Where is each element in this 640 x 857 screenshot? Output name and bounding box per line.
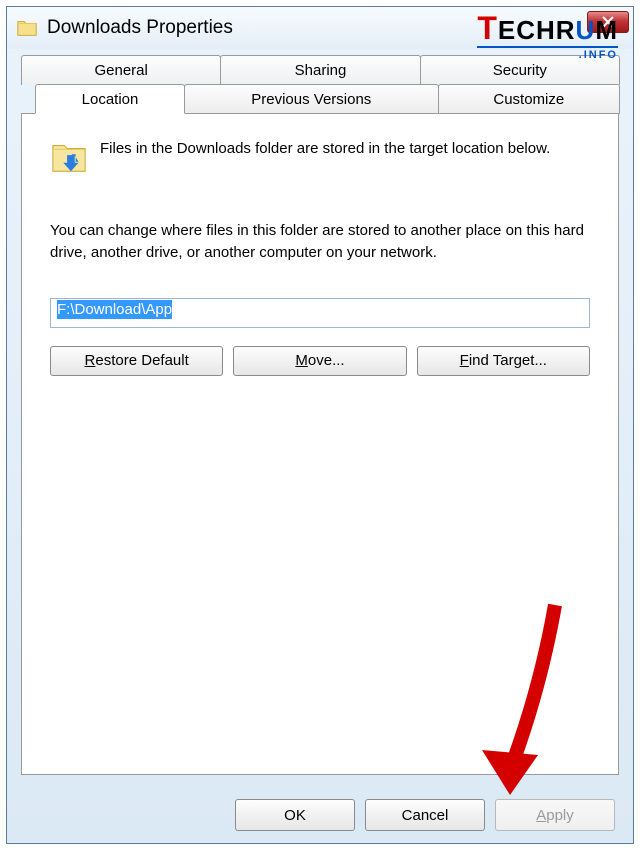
window-title: Downloads Properties [47,17,233,39]
techrum-logo: TECHRUM .INFO [477,12,618,61]
tab-strip: General Sharing Security Location Previo… [21,55,619,775]
restore-default-button[interactable]: Restore Default [50,346,223,376]
intro-text: Files in the Downloads folder are stored… [100,138,550,176]
tab-general[interactable]: General [21,55,221,85]
hint-text: You can change where files in this folde… [50,220,590,264]
dialog-footer: OK Cancel Apply [7,787,633,843]
ok-button[interactable]: OK [235,799,355,831]
location-path-input[interactable]: F:\Download\App [50,298,590,328]
intro-row: Files in the Downloads folder are stored… [50,138,590,176]
properties-window: Downloads Properties General Sharing Sec… [6,6,634,844]
tab-customize[interactable]: Customize [438,84,620,114]
logo-subtext: .INFO [477,46,618,61]
location-buttons: Restore Default Move... Find Target... [50,346,590,376]
location-panel: Files in the Downloads folder are stored… [21,113,619,775]
find-target-button[interactable]: Find Target... [417,346,590,376]
move-button[interactable]: Move... [233,346,406,376]
tab-location[interactable]: Location [35,84,185,114]
apply-button[interactable]: Apply [495,799,615,831]
downloads-folder-icon [50,138,88,176]
path-value: F:\Download\App [57,300,172,319]
cancel-button[interactable]: Cancel [365,799,485,831]
folder-icon [15,16,39,40]
tab-sharing[interactable]: Sharing [220,55,420,85]
tab-previous-versions[interactable]: Previous Versions [184,84,439,114]
